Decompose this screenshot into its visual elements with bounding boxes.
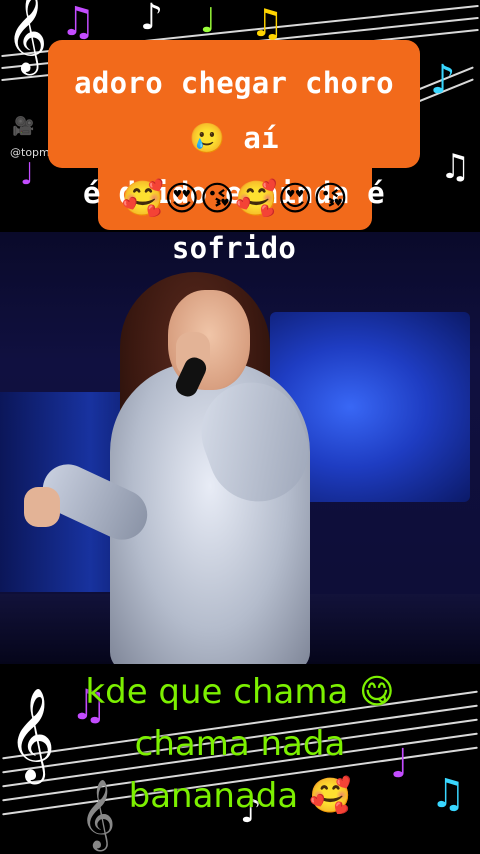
top-caption-line: adoro chegar choro 🥲 aí [74,66,394,155]
bottom-caption-line: kde que chama 😋 [85,672,395,712]
music-note-icon: ♫ [440,147,471,187]
music-note-icon: ♫ [250,1,285,45]
watermark-handle: @topm [10,146,50,159]
music-note-icon: ♪ [430,57,456,103]
top-caption: adoro chegar choro 🥲 aí é duido e ainda … [48,56,420,276]
video-frame[interactable] [0,232,480,664]
music-note-icon: ♩ [20,157,35,192]
bottom-caption-line: chama nada [134,724,346,764]
bottom-caption: kde que chama 😋 chama nada bananada 🥰 [0,666,480,822]
caption-emojis: 🥰😍😘🥰😍😘 [121,179,349,219]
music-note-icon: ♩ [200,1,217,41]
treble-clef-icon: 𝄞 [6,0,48,72]
music-note-icon: ♫ [60,0,96,45]
singer-hand [24,487,60,527]
music-note-icon: ♪ [140,0,163,38]
bottom-caption-line: bananada 🥰 [128,776,352,816]
camera-icon: 🎥 [12,116,35,137]
